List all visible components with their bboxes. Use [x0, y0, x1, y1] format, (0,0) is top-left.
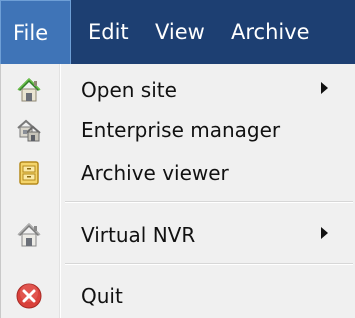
menu-view-label: View	[155, 20, 205, 44]
enterprise-icon	[15, 116, 43, 144]
menu-archive[interactable]: Archive	[218, 0, 355, 64]
menu-bar: File Edit View Archive	[0, 0, 355, 64]
menu-separator	[65, 201, 353, 203]
menu-edit-label: Edit	[88, 20, 129, 44]
menu-item-archive-viewer[interactable]: Archive viewer	[1, 155, 355, 191]
menu-item-quit[interactable]: Quit	[1, 278, 355, 314]
menu-archive-label: Archive	[231, 20, 310, 44]
submenu-arrow-icon	[321, 227, 328, 239]
menu-edit[interactable]: Edit	[71, 0, 144, 64]
menu-file[interactable]: File	[0, 0, 71, 64]
menu-item-open-site[interactable]: Open site	[1, 72, 355, 108]
menu-item-enterprise-manager[interactable]: Enterprise manager	[1, 112, 355, 148]
archive-viewer-icon	[15, 159, 43, 187]
menu-item-label: Quit	[81, 284, 123, 308]
menu-file-label: File	[13, 20, 49, 45]
submenu-arrow-icon	[321, 82, 328, 94]
menu-separator	[65, 263, 353, 265]
home-icon	[15, 76, 43, 104]
menu-view[interactable]: View	[144, 0, 218, 64]
home-icon	[15, 221, 43, 249]
file-dropdown-menu: Open site Enterprise manager Archive vie…	[0, 64, 355, 318]
menu-item-virtual-nvr[interactable]: Virtual NVR	[1, 217, 355, 253]
menu-item-label: Archive viewer	[81, 161, 229, 185]
menu-item-label: Enterprise manager	[81, 118, 281, 142]
quit-icon	[15, 282, 43, 310]
menu-item-label: Open site	[81, 78, 177, 102]
menu-item-label: Virtual NVR	[81, 223, 196, 247]
